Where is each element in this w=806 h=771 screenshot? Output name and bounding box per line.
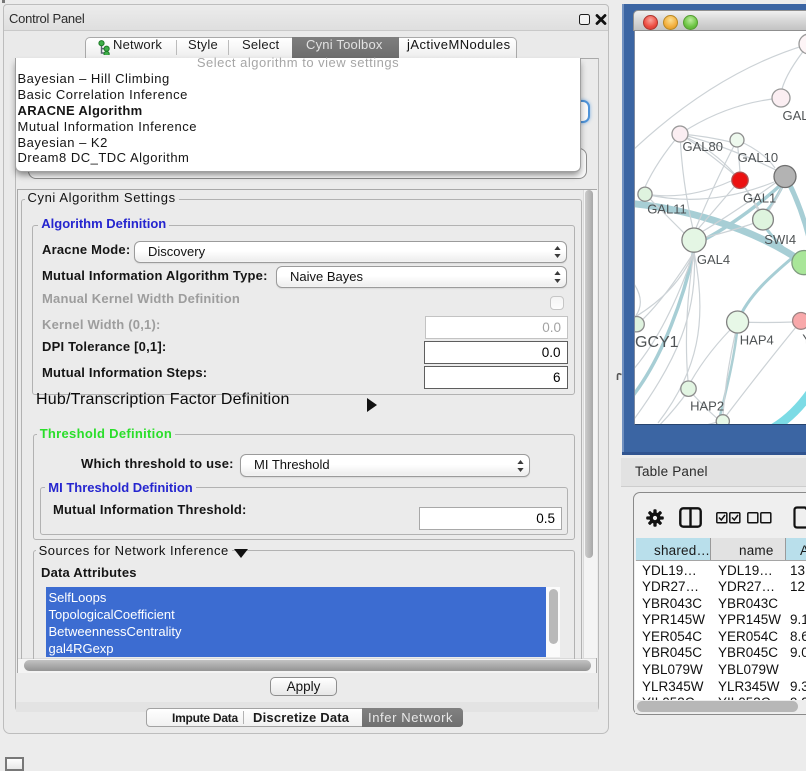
svg-text:GAL4: GAL4 <box>697 252 730 267</box>
svg-text:GCY1: GCY1 <box>635 334 679 351</box>
svg-text:SWI4: SWI4 <box>764 232 796 247</box>
svg-text:GAL10: GAL10 <box>738 150 778 165</box>
svg-text:HAP2: HAP2 <box>690 399 724 414</box>
svg-text:GAL11: GAL11 <box>647 202 687 217</box>
svg-text:YJL15: YJL15 <box>802 332 806 347</box>
svg-text:HAP4: HAP4 <box>740 333 774 348</box>
svg-text:GAL80: GAL80 <box>683 139 723 154</box>
svg-text:GAL7: GAL7 <box>783 108 806 123</box>
svg-text:GAL1: GAL1 <box>743 191 776 206</box>
